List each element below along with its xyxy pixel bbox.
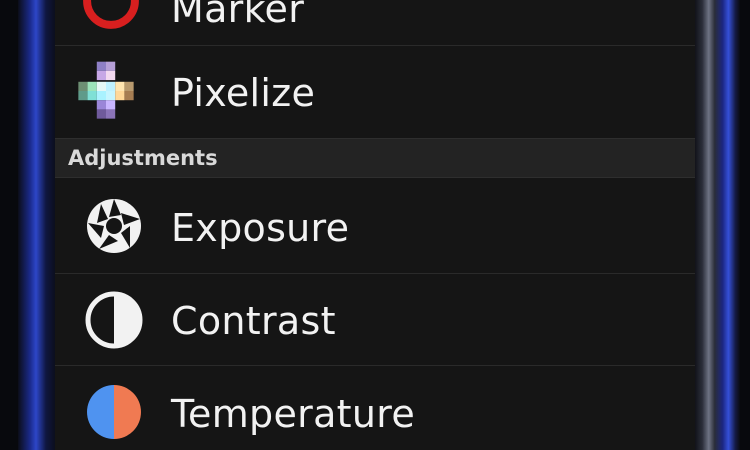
menu-item-pixelize[interactable]: Pixelize bbox=[55, 46, 695, 138]
menu-item-label: Pixelize bbox=[171, 71, 316, 115]
device-bezel-left bbox=[18, 0, 58, 450]
section-header-label: Adjustments bbox=[68, 146, 218, 170]
menu-item-label: Contrast bbox=[171, 299, 336, 343]
aperture-icon bbox=[83, 195, 145, 257]
section-header-adjustments: Adjustments bbox=[55, 138, 695, 178]
menu-item-marker[interactable]: Marker bbox=[55, 0, 695, 46]
menu-item-exposure[interactable]: Exposure bbox=[55, 178, 695, 274]
menu-item-temperature[interactable]: Temperature bbox=[55, 366, 695, 450]
menu-item-label: Exposure bbox=[171, 206, 350, 250]
menu-item-label: Marker bbox=[171, 0, 305, 31]
menu-item-label: Temperature bbox=[171, 392, 416, 436]
pixelize-icon bbox=[75, 60, 137, 122]
contrast-icon bbox=[83, 289, 145, 351]
menu-item-contrast[interactable]: Contrast bbox=[55, 274, 695, 366]
temperature-icon bbox=[83, 381, 145, 443]
marker-ring-icon bbox=[80, 0, 142, 32]
device-frame: Marker Pixelize Adjustments Exposure Con… bbox=[0, 0, 750, 450]
device-bezel-right bbox=[694, 0, 740, 450]
tool-menu-list: Marker Pixelize Adjustments Exposure Con… bbox=[55, 0, 695, 450]
